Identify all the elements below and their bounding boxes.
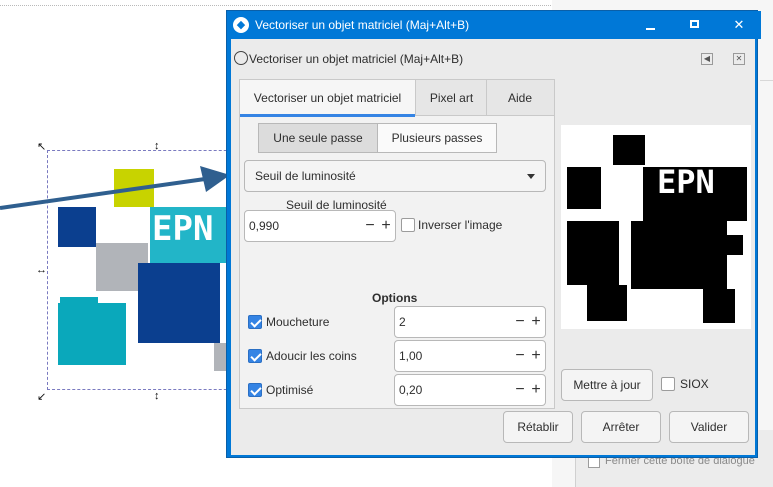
- threshold-spinner[interactable]: 0,990 − +: [244, 210, 396, 242]
- single-pass-button[interactable]: Une seule passe: [258, 123, 378, 153]
- stop-button[interactable]: Arrêter: [581, 411, 661, 443]
- dock-header: Vectoriser un objet matriciel (Maj+Alt+B…: [231, 39, 755, 73]
- siox-checkbox[interactable]: [661, 377, 675, 391]
- preview-block: [567, 221, 619, 285]
- minus-icon[interactable]: −: [513, 345, 527, 367]
- minus-icon[interactable]: −: [513, 379, 527, 401]
- smooth-corners-checkbox[interactable]: [248, 349, 262, 363]
- smooth-corners-value: 1,00: [399, 349, 423, 363]
- resize-handle-nw[interactable]: ↖: [37, 140, 46, 153]
- speckles-value: 2: [399, 315, 406, 329]
- resize-handle-n[interactable]: ↕: [154, 140, 160, 152]
- smooth-corners-spinner[interactable]: 1,00 − +: [394, 340, 546, 372]
- close-button[interactable]: ✕: [717, 11, 761, 39]
- invert-image-label: Inverser l'image: [418, 218, 503, 232]
- window-title: Vectoriser un objet matriciel (Maj+Alt+B…: [255, 18, 470, 32]
- plus-icon[interactable]: +: [379, 215, 393, 237]
- annotation-arrow: [0, 166, 230, 210]
- dock-arrow-icon[interactable]: ◀: [701, 53, 713, 65]
- reset-button[interactable]: Rétablir: [503, 411, 573, 443]
- tab-vectorize[interactable]: Vectoriser un objet matriciel: [240, 80, 416, 117]
- preview-block: [703, 289, 735, 323]
- preview-block: [567, 167, 601, 209]
- minimize-button[interactable]: [629, 11, 673, 39]
- maximize-button[interactable]: [673, 11, 717, 39]
- tab-pixel-art[interactable]: Pixel art: [417, 80, 487, 116]
- threshold-value: 0,990: [249, 219, 280, 233]
- plus-icon[interactable]: +: [529, 311, 543, 333]
- multiple-passes-button[interactable]: Plusieurs passes: [377, 123, 497, 153]
- resize-handle-sw[interactable]: ↙: [37, 390, 46, 403]
- dock-title: Vectoriser un objet matriciel (Maj+Alt+B…: [249, 52, 464, 66]
- optimize-checkbox[interactable]: [248, 383, 262, 397]
- optimize-spinner[interactable]: 0,20 − +: [394, 374, 546, 406]
- title-bar[interactable]: ◆ Vectoriser un objet matriciel (Maj+Alt…: [227, 11, 761, 39]
- detection-mode-value: Seuil de luminosité: [255, 169, 356, 183]
- update-preview-button[interactable]: Mettre à jour: [561, 369, 653, 401]
- trace-panel: Vectoriser un objet matriciel Pixel art …: [239, 79, 555, 409]
- dock-close-icon[interactable]: ✕: [733, 53, 745, 65]
- chevron-down-icon: [527, 174, 535, 179]
- resize-handle-w[interactable]: ↔: [36, 264, 47, 276]
- options-title: Options: [372, 291, 418, 305]
- plus-icon[interactable]: +: [529, 345, 543, 367]
- optimize-label: Optimisé: [266, 383, 314, 397]
- optimize-value: 0,20: [399, 383, 423, 397]
- smooth-corners-label: Adoucir les coins: [266, 349, 357, 363]
- tab-bar: Vectoriser un objet matriciel Pixel art …: [240, 80, 554, 117]
- plus-icon[interactable]: +: [529, 379, 543, 401]
- divider: [760, 80, 773, 81]
- speckles-checkbox[interactable]: [248, 315, 262, 329]
- preview-block: [721, 235, 743, 255]
- preview-block: [613, 135, 645, 165]
- tile-navy-2: [138, 263, 220, 343]
- trace-bitmap-icon: [234, 51, 248, 65]
- dialog-client: Vectoriser un objet matriciel (Maj+Alt+B…: [231, 39, 755, 455]
- apply-button[interactable]: Valider: [669, 411, 749, 443]
- preview-block: [587, 285, 627, 321]
- invert-image-checkbox[interactable]: [401, 218, 415, 232]
- tile-darkteal: [58, 303, 126, 365]
- preview-block: [631, 221, 727, 289]
- tab-help[interactable]: Aide: [488, 80, 552, 116]
- preview-text: EPN: [657, 163, 715, 201]
- speckles-spinner[interactable]: 2 − +: [394, 306, 546, 338]
- minus-icon[interactable]: −: [513, 311, 527, 333]
- detection-mode-select[interactable]: Seuil de luminosité: [244, 160, 546, 192]
- minus-icon[interactable]: −: [363, 215, 377, 237]
- trace-bitmap-window: ◆ Vectoriser un objet matriciel (Maj+Alt…: [226, 10, 761, 458]
- resize-handle-s[interactable]: ↕: [154, 390, 160, 402]
- speckles-label: Moucheture: [266, 315, 330, 329]
- siox-label: SIOX: [680, 377, 709, 391]
- inkscape-app-icon: ◆: [233, 17, 249, 33]
- trace-preview: EPN: [561, 125, 751, 329]
